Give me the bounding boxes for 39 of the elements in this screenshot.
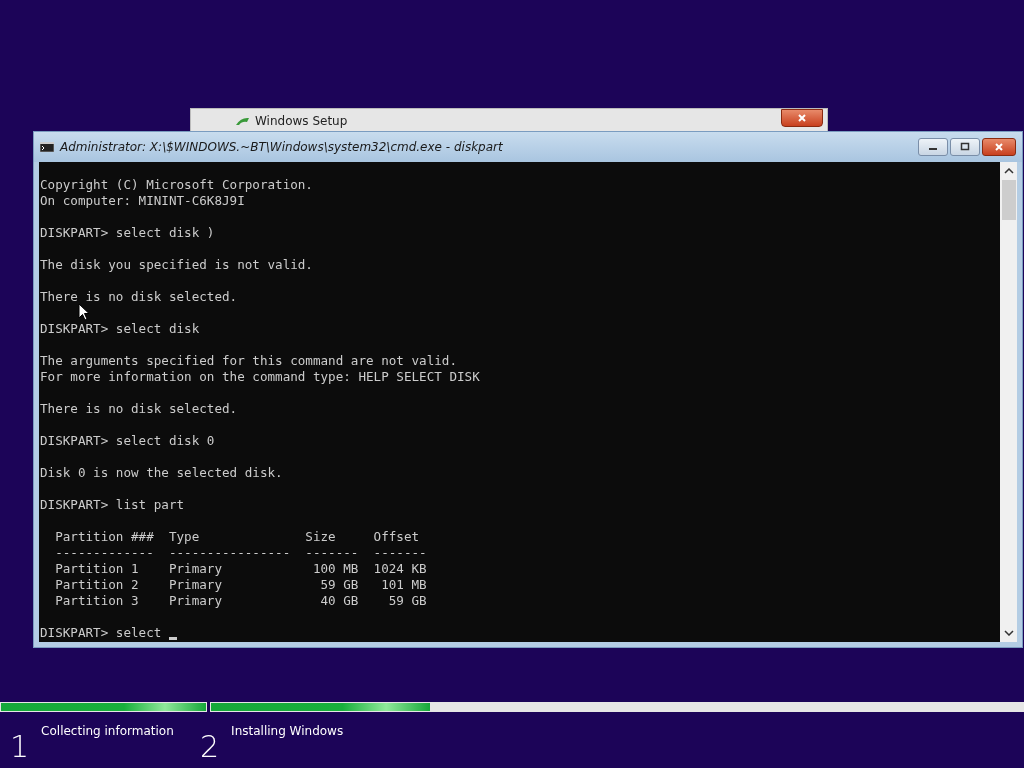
console-line: DISKPART> select disk bbox=[40, 321, 200, 337]
scroll-up-icon[interactable] bbox=[1003, 168, 1014, 174]
step-number: 1 bbox=[10, 730, 30, 764]
console-line: The arguments specified for this command are not valid. bbox=[40, 353, 457, 369]
step-label: Installing Windows bbox=[231, 724, 344, 738]
close-icon bbox=[797, 113, 807, 123]
console-line: There is no disk selected. bbox=[40, 289, 238, 305]
setup-icon bbox=[235, 116, 251, 126]
console-line: Copyright (C) Microsoft Corporation. bbox=[40, 177, 313, 193]
close-button[interactable] bbox=[982, 138, 1016, 156]
scrollbar[interactable] bbox=[1000, 162, 1017, 642]
console-line: Partition ### Type Size Offset bbox=[54, 529, 420, 545]
console-line: The disk you specified is not valid. bbox=[40, 257, 313, 273]
step-label: Collecting information bbox=[41, 724, 174, 738]
console-line: ------------- ---------------- ------- ------- bbox=[54, 545, 427, 561]
console-line: There is no disk selected. bbox=[40, 401, 238, 417]
maximize-icon bbox=[960, 142, 970, 152]
scroll-down-icon[interactable] bbox=[1003, 630, 1014, 636]
console-line: DISKPART> list part bbox=[40, 497, 185, 513]
close-button[interactable] bbox=[781, 109, 823, 127]
console-line: DISKPART> select disk 0 bbox=[40, 433, 215, 449]
console-line: On computer: MININT-C6K8J9I bbox=[40, 193, 245, 209]
step-number: 2 bbox=[200, 730, 220, 764]
console-line: DISKPART> select disk ) bbox=[40, 225, 215, 241]
window-title: Administrator: X:\$WINDOWS.~BT\Windows\system32\cmd.exe - diskpart bbox=[60, 140, 504, 154]
window-title: Windows Setup bbox=[255, 114, 348, 128]
minimize-button[interactable] bbox=[918, 138, 948, 156]
console-line: For more information on the command type: HELP SELECT DISK bbox=[40, 369, 480, 385]
console-icon bbox=[40, 142, 54, 152]
text-cursor bbox=[168, 637, 177, 640]
console-line: Partition 1 Primary 100 MB 1024 KB bbox=[54, 561, 427, 577]
console-line: DISKPART> select bbox=[40, 625, 163, 641]
scroll-thumb[interactable] bbox=[1001, 180, 1016, 220]
console-line: Partition 2 Primary 59 GB 101 MB bbox=[54, 577, 427, 593]
close-icon bbox=[994, 142, 1004, 152]
console-line: Disk 0 is now the selected disk. bbox=[40, 465, 283, 481]
mouse-pointer-icon bbox=[78, 303, 90, 321]
console-line: Partition 3 Primary 40 GB 59 GB bbox=[54, 593, 427, 609]
maximize-button[interactable] bbox=[950, 138, 980, 156]
